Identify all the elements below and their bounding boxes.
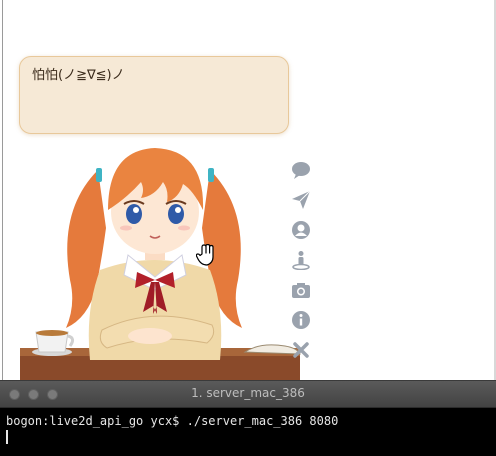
screenshot-button[interactable]: [288, 275, 314, 305]
browser-page: 怕怕(ノ≧∇≦)ノ: [0, 0, 496, 382]
terminal-window[interactable]: 1. server_mac_386 bogon:live2d_api_go yc…: [0, 380, 496, 456]
camera-icon: [292, 283, 310, 298]
info-circle-icon: [292, 311, 310, 329]
terminal-output[interactable]: bogon:live2d_api_go ycx$ ./server_mac_38…: [0, 408, 496, 444]
tea-cup: [32, 330, 75, 356]
hand-cursor-icon: [196, 244, 214, 266]
terminal-titlebar[interactable]: 1. server_mac_386: [0, 381, 496, 408]
info-button[interactable]: [288, 305, 314, 335]
street-view-icon: [292, 251, 310, 270]
terminal-cursor: [6, 429, 8, 444]
user-button[interactable]: [288, 215, 314, 245]
page-left-edge: [2, 0, 3, 380]
close-icon: [293, 342, 309, 358]
live2d-toolbar: [288, 155, 314, 365]
terminal-title: 1. server_mac_386: [191, 386, 305, 400]
speech-bubble-text: 怕怕(ノ≧∇≦)ノ: [32, 68, 125, 83]
send-button[interactable]: [288, 185, 314, 215]
comment-icon: [292, 162, 310, 179]
paper-plane-icon: [292, 190, 311, 209]
figure-button[interactable]: [288, 245, 314, 275]
chat-button[interactable]: [288, 155, 314, 185]
close-button[interactable]: [288, 335, 314, 365]
speech-bubble: 怕怕(ノ≧∇≦)ノ: [19, 56, 289, 134]
terminal-command-line: bogon:live2d_api_go ycx$ ./server_mac_38…: [6, 414, 339, 428]
user-circle-icon: [292, 221, 310, 239]
live2d-character[interactable]: [20, 130, 320, 382]
